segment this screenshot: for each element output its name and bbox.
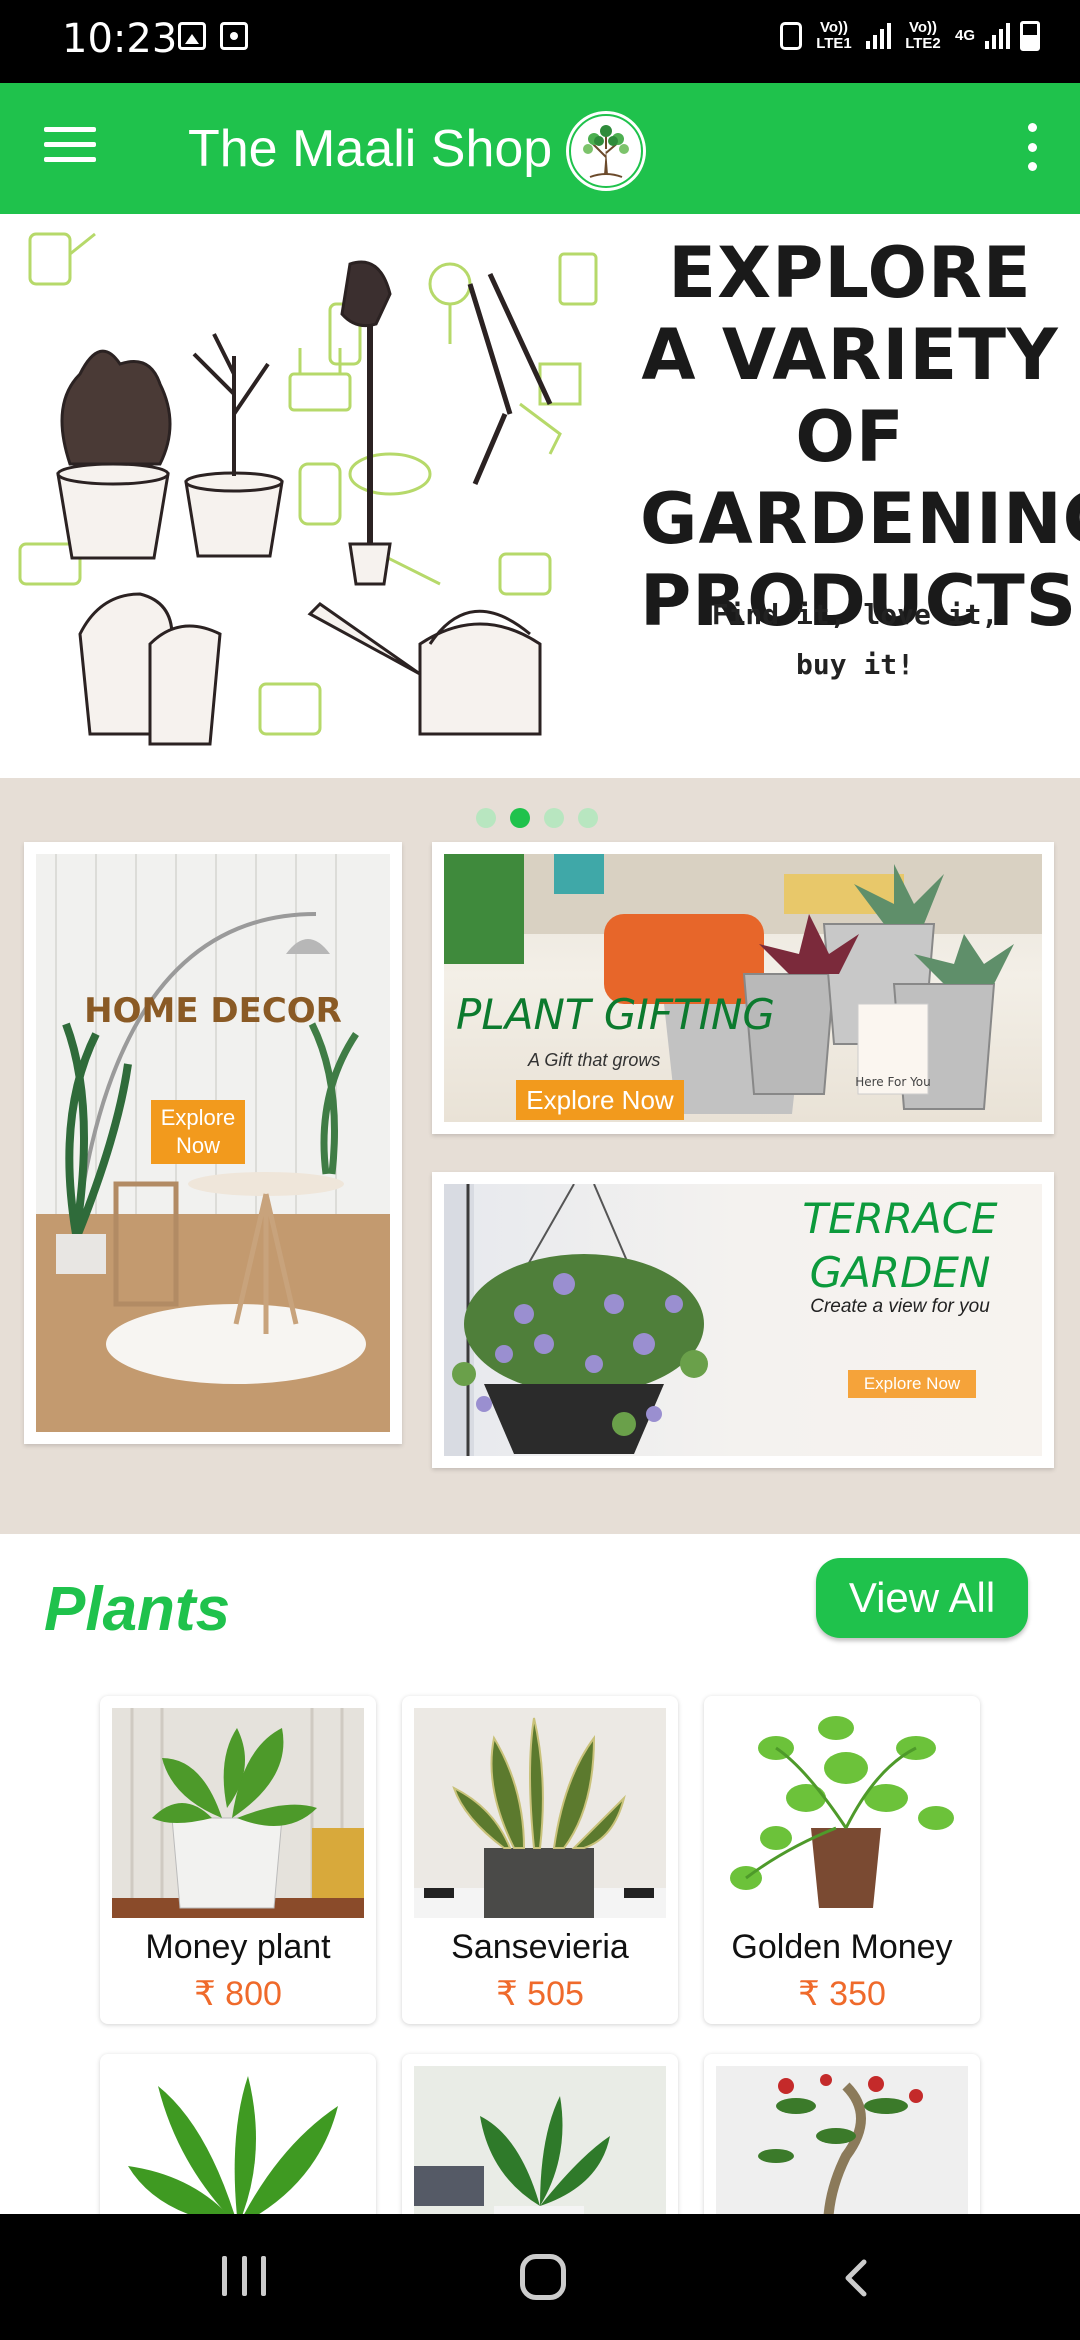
product-name: Money plant <box>145 1928 331 1966</box>
home-decor-card[interactable]: HOME DECOR Explore Now <box>24 842 402 1444</box>
recent-apps-icon[interactable] <box>222 2256 266 2296</box>
view-all-button[interactable]: View All <box>816 1558 1028 1638</box>
sim1-label: Vo)) LTE1 <box>816 19 852 52</box>
home-decor-explore-button[interactable]: Explore Now <box>151 1100 245 1164</box>
status-time: 10:23 <box>62 16 178 62</box>
plant-gifting-title: PLANT GIFTING <box>456 990 775 1039</box>
promo-section: HOME DECOR Explore Now Here For You PLAN… <box>0 778 1080 1534</box>
hero-headline: EXPLORE A VARIETY OF GARDENING PRODUCTS <box>640 232 1080 642</box>
product-price: ₹ 800 <box>194 1975 282 2013</box>
plant-gifting-card[interactable]: Here For You PLANT GIFTING A Gift that g… <box>432 842 1054 1134</box>
hero-banner[interactable]: EXPLORE A VARIETY OF GARDENING PRODUCTS … <box>0 214 1080 778</box>
plants-section: Plants View All Money plant ₹ 800 Sansev… <box>0 1534 1080 2214</box>
product-card[interactable] <box>704 2054 980 2214</box>
product-image <box>112 1708 364 1918</box>
network-type-label: 4G <box>954 27 975 44</box>
product-image <box>112 2066 364 2214</box>
terrace-garden-title: TERRACE GARDEN <box>802 1194 998 1297</box>
hero-tagline: Find it, love it, buy it! <box>711 598 999 681</box>
terrace-garden-subtitle: Create a view for you <box>810 1296 990 1317</box>
plant-gifting-explore-button[interactable]: Explore Now <box>516 1080 684 1120</box>
carousel-dot[interactable] <box>544 808 564 828</box>
carousel-indicator <box>476 808 598 828</box>
product-image <box>716 1708 968 1918</box>
product-card-sansevieria[interactable]: Sansevieria ₹ 505 <box>402 1696 678 2024</box>
product-image <box>414 1708 666 1918</box>
home-decor-title: HOME DECOR <box>84 991 342 1031</box>
gift-card-text: Here For You <box>855 1075 931 1089</box>
signal-strength-icon <box>865 23 891 49</box>
terrace-garden-card[interactable]: TERRACE GARDEN Create a view for you Exp… <box>432 1172 1054 1468</box>
product-image <box>414 2066 666 2214</box>
app-title: The Maali Shop <box>188 120 553 178</box>
product-card[interactable] <box>100 2054 376 2214</box>
status-notification-icons <box>178 22 248 50</box>
more-vert-icon[interactable] <box>1020 123 1044 171</box>
product-price: ₹ 505 <box>496 1975 584 2013</box>
sim2-label: Vo)) LTE2 <box>905 19 941 52</box>
terrace-garden-explore-button[interactable]: Explore Now <box>848 1370 976 1398</box>
app-bar: The Maali Shop <box>0 83 1080 214</box>
product-image <box>716 2066 968 2214</box>
product-card-golden-money[interactable]: Golden Money ₹ 350 <box>704 1696 980 2024</box>
screen-recorder-icon <box>220 22 248 50</box>
plant-gifting-subtitle: A Gift that grows <box>528 1050 661 1070</box>
battery-icon <box>1020 21 1040 51</box>
product-card-money-plant[interactable]: Money plant ₹ 800 <box>100 1696 376 2024</box>
carousel-dot[interactable] <box>476 808 496 828</box>
gardening-tools-illustration <box>18 232 598 746</box>
home-icon[interactable] <box>520 2254 566 2300</box>
carousel-dot[interactable] <box>578 808 598 828</box>
hamburger-menu-icon[interactable] <box>44 127 96 167</box>
product-card[interactable] <box>402 2054 678 2214</box>
shop-logo <box>566 111 646 191</box>
system-navigation-bar <box>0 2214 1080 2340</box>
product-name: Sansevieria <box>451 1928 629 1966</box>
carousel-dot-active[interactable] <box>510 808 530 828</box>
status-bar: 10:23 Vo)) LTE1 Vo)) LTE2 4G <box>0 0 1080 83</box>
status-system-icons: Vo)) LTE1 Vo)) LTE2 4G <box>779 19 1040 52</box>
product-price: ₹ 350 <box>798 1975 886 2013</box>
product-name: Golden Money <box>731 1928 953 1966</box>
data-saver-icon <box>779 22 802 50</box>
plants-section-title: Plants <box>44 1575 231 1644</box>
gallery-notification-icon <box>178 22 206 50</box>
signal-strength-icon <box>985 23 1010 49</box>
back-icon[interactable] <box>836 2258 876 2298</box>
